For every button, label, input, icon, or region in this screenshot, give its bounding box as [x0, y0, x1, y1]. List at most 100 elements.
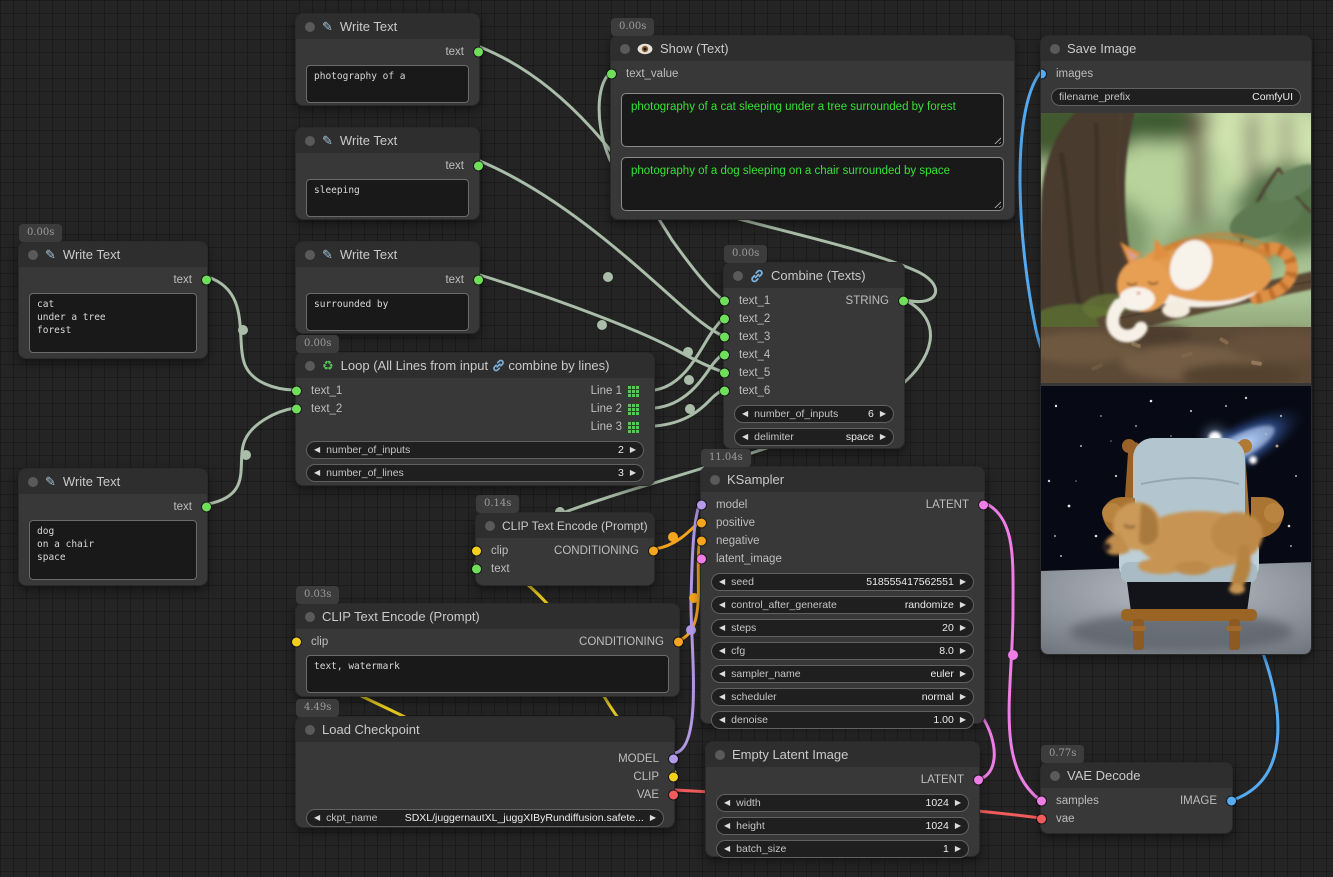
input-port-samples[interactable]: [1037, 797, 1046, 806]
node-show-text[interactable]: 0.00s Show (Text) text_value photography…: [610, 35, 1015, 220]
node-header[interactable]: ✎ Write Text: [19, 242, 207, 267]
output-port-text[interactable]: [202, 503, 211, 512]
input-port-model[interactable]: [697, 501, 706, 510]
output-port-model[interactable]: [669, 755, 678, 764]
width-widget[interactable]: ◀width1024▶: [716, 794, 969, 812]
collapse-dot[interactable]: [620, 44, 630, 54]
number-of-inputs-widget[interactable]: ◀number_of_inputs6▶: [734, 405, 894, 423]
collapse-dot[interactable]: [710, 475, 720, 485]
decrement-arrow[interactable]: ◀: [742, 433, 748, 441]
increment-arrow[interactable]: ▶: [955, 845, 961, 853]
decrement-arrow[interactable]: ◀: [742, 410, 748, 418]
text-widget[interactable]: sleeping: [306, 179, 469, 217]
delimiter-widget[interactable]: ◀delimiterspace▶: [734, 428, 894, 446]
node-header[interactable]: Combine (Texts): [724, 263, 904, 288]
collapse-dot[interactable]: [715, 750, 725, 760]
input-port-clip[interactable]: [292, 638, 301, 647]
node-header[interactable]: ✎ Write Text: [296, 14, 479, 39]
input-port-text-2[interactable]: [292, 405, 301, 414]
collapse-dot[interactable]: [1050, 771, 1060, 781]
control-after-generate-widget[interactable]: ◀control_after_generaterandomize▶: [711, 596, 974, 614]
input-port-text-value[interactable]: [607, 70, 616, 79]
input-port-text[interactable]: [472, 565, 481, 574]
steps-widget[interactable]: ◀steps20▶: [711, 619, 974, 637]
node-write-text-cat[interactable]: 0.00s ✎ Write Text text cat under a tree…: [18, 241, 208, 359]
input-port-text-2[interactable]: [720, 315, 729, 324]
decrement-arrow[interactable]: ◀: [314, 469, 320, 477]
output-port-text[interactable]: [474, 276, 483, 285]
sampler-name-widget[interactable]: ◀sampler_nameeuler▶: [711, 665, 974, 683]
decrement-arrow[interactable]: ◀: [719, 716, 725, 724]
increment-arrow[interactable]: ▶: [960, 578, 966, 586]
node-ksampler[interactable]: 11.04s KSampler modelLATENT positive neg…: [700, 466, 985, 724]
increment-arrow[interactable]: ▶: [960, 624, 966, 632]
decrement-arrow[interactable]: ◀: [314, 446, 320, 454]
input-port-images[interactable]: [1040, 70, 1046, 79]
output-port-image[interactable]: [1227, 797, 1236, 806]
collapse-dot[interactable]: [305, 725, 315, 735]
increment-arrow[interactable]: ▶: [880, 433, 886, 441]
node-header[interactable]: Save Image: [1041, 36, 1311, 61]
text-widget[interactable]: dog on a chair space: [29, 520, 197, 580]
node-write-text-dog[interactable]: ✎ Write Text text dog on a chair space: [18, 468, 208, 586]
output-port-conditioning[interactable]: [649, 547, 658, 556]
node-write-text-sleeping[interactable]: ✎ Write Text text sleeping: [295, 127, 480, 220]
node-header[interactable]: KSampler: [701, 467, 984, 492]
node-save-image[interactable]: 0.49s Save Image images filename_prefixC…: [1040, 35, 1312, 655]
grid-port-icon[interactable]: [628, 422, 639, 433]
decrement-arrow[interactable]: ◀: [719, 601, 725, 609]
node-load-checkpoint[interactable]: 4.49s Load Checkpoint MODEL CLIP VAE ◀ck…: [295, 716, 675, 828]
output-port-text[interactable]: [202, 276, 211, 285]
resize-handle[interactable]: [992, 199, 1001, 208]
collapse-dot[interactable]: [733, 271, 743, 281]
decrement-arrow[interactable]: ◀: [719, 693, 725, 701]
show-text-output-1[interactable]: photography of a cat sleeping under a tr…: [621, 93, 1004, 147]
text-widget[interactable]: photography of a: [306, 65, 469, 103]
node-header[interactable]: CLIP Text Encode (Prompt): [296, 604, 679, 629]
decrement-arrow[interactable]: ◀: [724, 822, 730, 830]
node-header[interactable]: VAE Decode: [1041, 763, 1232, 788]
comfyui-canvas[interactable]: ✎ Write Text text photography of a ✎ Wri…: [0, 0, 1333, 877]
grid-port-icon[interactable]: [628, 404, 639, 415]
output-port-vae[interactable]: [669, 791, 678, 800]
node-loop[interactable]: 0.00s ♻ Loop (All Lines from input combi…: [295, 352, 655, 486]
node-empty-latent-image[interactable]: Empty Latent Image LATENT ◀width1024▶ ◀h…: [705, 741, 980, 857]
collapse-dot[interactable]: [485, 521, 495, 531]
input-port-text-1[interactable]: [292, 387, 301, 396]
increment-arrow[interactable]: ▶: [960, 601, 966, 609]
output-port-text[interactable]: [474, 48, 483, 57]
height-widget[interactable]: ◀height1024▶: [716, 817, 969, 835]
input-port-text-4[interactable]: [720, 351, 729, 360]
input-port-negative[interactable]: [697, 537, 706, 546]
increment-arrow[interactable]: ▶: [960, 647, 966, 655]
text-widget[interactable]: surrounded by: [306, 293, 469, 331]
cfg-widget[interactable]: ◀cfg8.0▶: [711, 642, 974, 660]
node-header[interactable]: Load Checkpoint: [296, 717, 674, 742]
node-header[interactable]: Show (Text): [611, 36, 1014, 61]
input-port-text-6[interactable]: [720, 387, 729, 396]
resize-handle[interactable]: [992, 135, 1001, 144]
input-port-text-1[interactable]: [720, 297, 729, 306]
input-port-positive[interactable]: [697, 519, 706, 528]
input-port-vae[interactable]: [1037, 815, 1046, 824]
collapse-dot[interactable]: [1050, 44, 1060, 54]
decrement-arrow[interactable]: ◀: [719, 670, 725, 678]
node-header[interactable]: ♻ Loop (All Lines from input combine by …: [296, 353, 654, 378]
increment-arrow[interactable]: ▶: [955, 822, 961, 830]
input-port-text-3[interactable]: [720, 333, 729, 342]
output-port-latent[interactable]: [974, 776, 983, 785]
collapse-dot[interactable]: [28, 250, 38, 260]
node-header[interactable]: ✎ Write Text: [296, 242, 479, 267]
node-header[interactable]: Empty Latent Image: [706, 742, 979, 767]
output-port-clip[interactable]: [669, 773, 678, 782]
increment-arrow[interactable]: ▶: [630, 469, 636, 477]
node-header[interactable]: CLIP Text Encode (Prompt): [476, 513, 654, 538]
node-header[interactable]: ✎ Write Text: [296, 128, 479, 153]
collapse-dot[interactable]: [305, 136, 315, 146]
increment-arrow[interactable]: ▶: [960, 716, 966, 724]
output-port-text[interactable]: [474, 162, 483, 171]
text-widget[interactable]: text, watermark: [306, 655, 669, 693]
output-port-conditioning[interactable]: [674, 638, 683, 647]
text-widget[interactable]: cat under a tree forest: [29, 293, 197, 353]
node-write-text-surrounded[interactable]: ✎ Write Text text surrounded by: [295, 241, 480, 334]
